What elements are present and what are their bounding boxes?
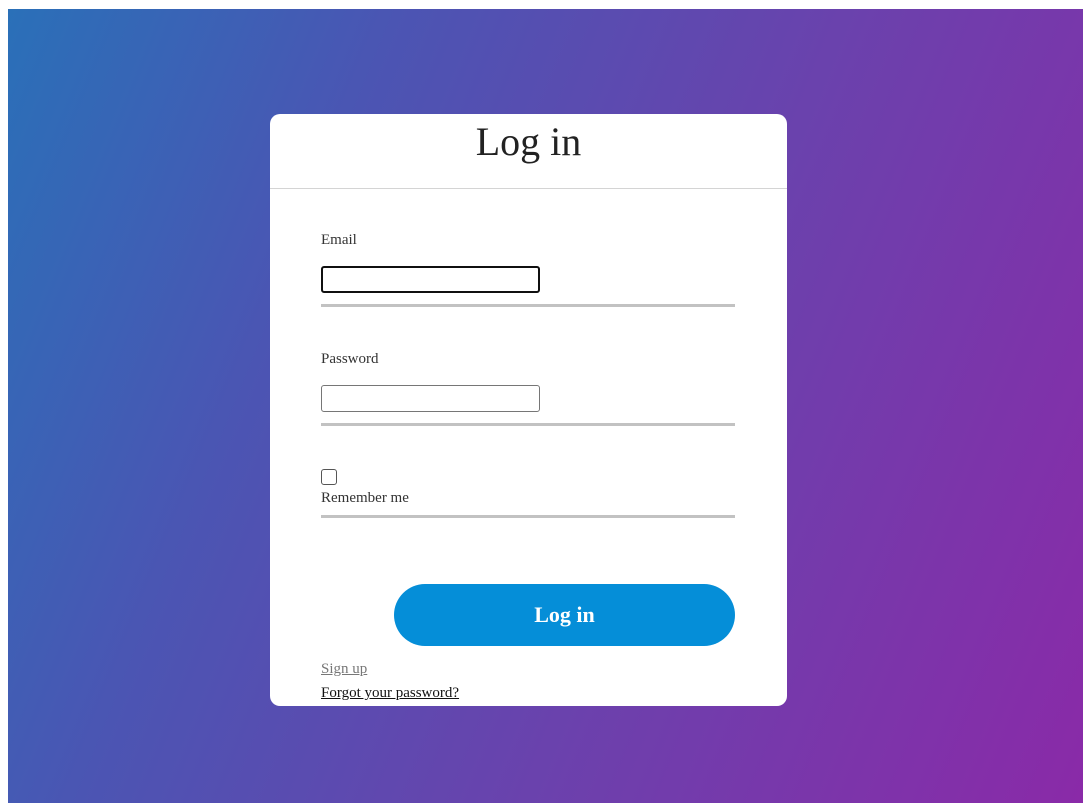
card-header: Log in <box>270 114 787 189</box>
page-background: Log in Email Password Remember me Log in… <box>8 9 1083 803</box>
sign-up-link[interactable]: Sign up <box>321 661 367 678</box>
forgot-password-link[interactable]: Forgot your password? <box>321 685 459 702</box>
email-input[interactable] <box>321 266 540 293</box>
password-field-group: Password <box>321 351 735 426</box>
email-label: Email <box>321 232 357 248</box>
login-button[interactable]: Log in <box>394 584 735 646</box>
password-input[interactable] <box>321 385 540 412</box>
remember-me-checkbox[interactable] <box>321 469 337 485</box>
page-title: Log in <box>475 119 582 164</box>
remember-me-label[interactable]: Remember me <box>321 490 409 507</box>
email-field-group: Email <box>321 232 735 307</box>
login-card: Log in Email Password Remember me Log in… <box>270 114 787 706</box>
password-label: Password <box>321 351 379 367</box>
remember-me-group: Remember me <box>321 463 735 518</box>
